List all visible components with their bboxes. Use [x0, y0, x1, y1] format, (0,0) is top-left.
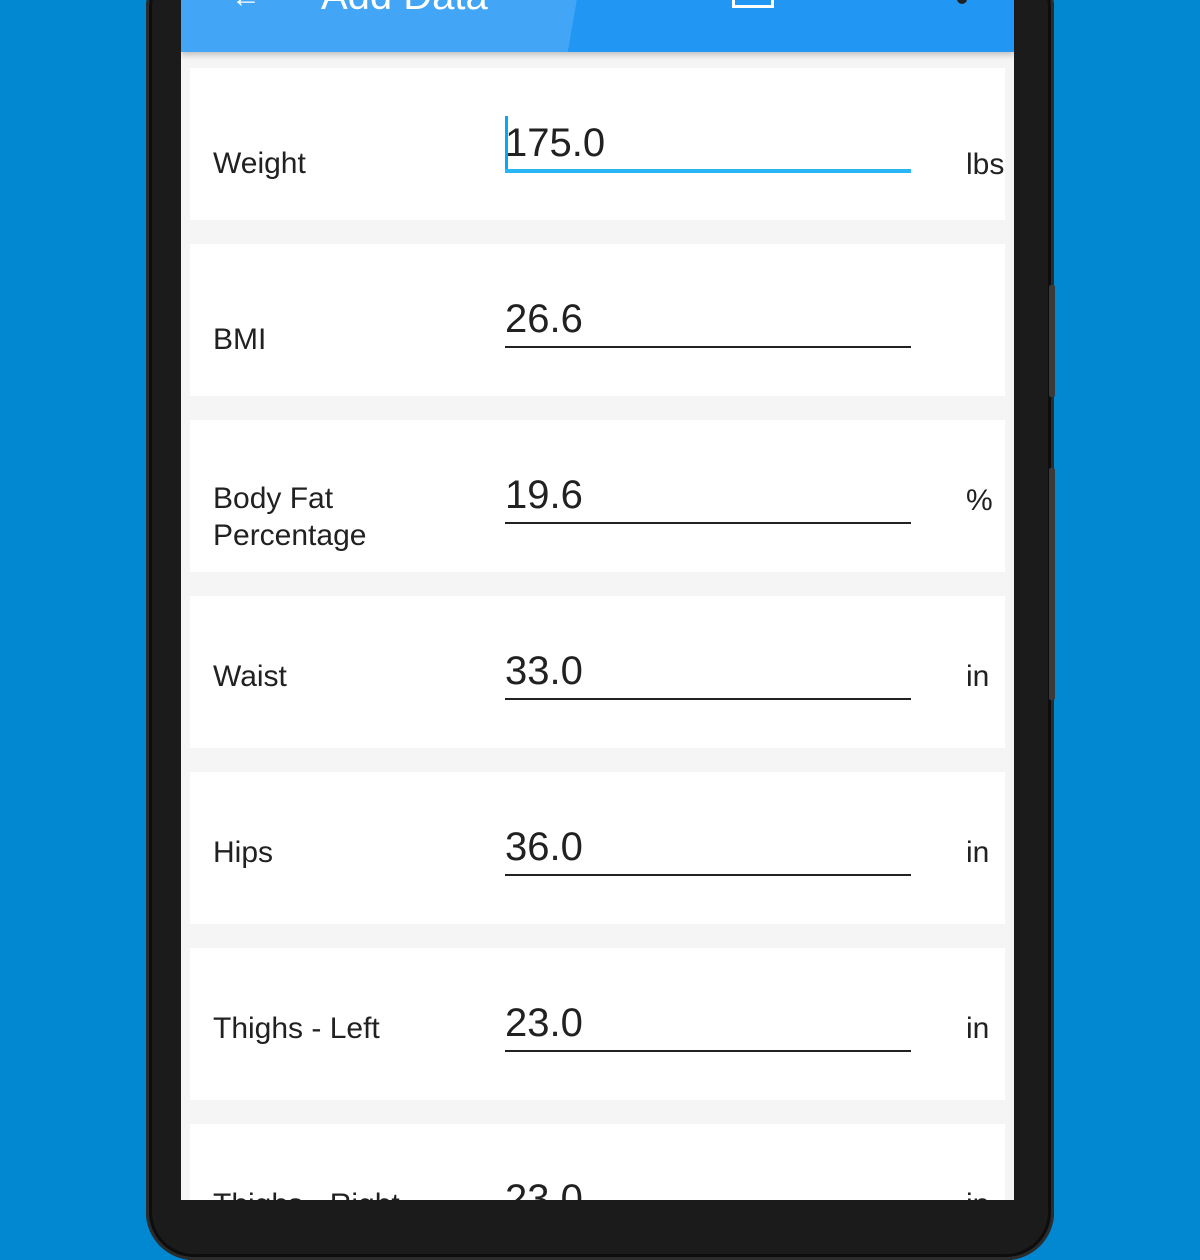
field-label: Thighs - Left [213, 1012, 380, 1045]
field-unit: in [966, 1012, 990, 1045]
field-value: 23.0 [505, 1001, 583, 1045]
input-underline [505, 874, 911, 876]
field-label: Thighs - Right [213, 1186, 463, 1200]
field-row-thighs-right: Thighs - Right 23.0 in [190, 1124, 1005, 1200]
field-value: 19.6 [505, 473, 583, 517]
field-row-body-fat: Body Fat Percentage 19.6 % [190, 420, 1005, 572]
volume-button [1049, 285, 1055, 397]
field-label: Waist [213, 660, 287, 693]
page-title: Add Data [321, 0, 488, 18]
arrow-back-icon[interactable]: ← [231, 0, 261, 13]
field-row-bmi: BMI 26.6 [190, 244, 1005, 396]
field-label: Body Fat Percentage [213, 482, 367, 552]
field-value: 33.0 [505, 649, 583, 693]
thighs-left-input[interactable]: 23.0 [505, 996, 911, 1056]
field-unit: in [966, 1188, 989, 1200]
field-row-hips: Hips 36.0 in [190, 772, 1005, 924]
hips-input[interactable]: 36.0 [505, 820, 911, 880]
input-underline [505, 698, 911, 700]
field-label: Weight [213, 147, 306, 180]
more-vert-icon[interactable] [957, 0, 967, 4]
app-screen: ← Add Data Weight 175.0 lbs BMI 26.6 [181, 0, 1014, 1200]
weight-input[interactable]: 175.0 [505, 116, 911, 176]
field-unit: in [966, 660, 990, 693]
app-bar: ← Add Data [181, 0, 1014, 52]
input-underline [505, 1050, 911, 1052]
field-label: Hips [213, 836, 274, 869]
field-unit: % [966, 484, 993, 517]
field-value: 36.0 [505, 825, 583, 869]
field-unit: lbs [966, 148, 1005, 181]
field-value: 26.6 [505, 297, 583, 341]
input-underline [505, 346, 911, 348]
input-underline [505, 522, 911, 524]
waist-input[interactable]: 33.0 [505, 644, 911, 704]
field-value: 175.0 [505, 121, 606, 165]
field-row-thighs-left: Thighs - Left 23.0 in [190, 948, 1005, 1100]
field-row-weight: Weight 175.0 lbs [190, 68, 1005, 220]
gear-icon[interactable] [840, 0, 888, 12]
body-fat-input[interactable]: 19.6 [505, 468, 911, 528]
field-value: 23.0 [505, 1177, 583, 1200]
thighs-right-input[interactable]: 23.0 [505, 1172, 911, 1200]
bmi-input[interactable]: 26.6 [505, 292, 911, 352]
calendar-icon[interactable] [732, 0, 774, 8]
field-row-waist: Waist 33.0 in [190, 596, 1005, 748]
input-underline [505, 169, 911, 173]
field-label: BMI [213, 323, 267, 356]
power-button [1049, 468, 1055, 700]
field-unit: in [966, 836, 990, 869]
